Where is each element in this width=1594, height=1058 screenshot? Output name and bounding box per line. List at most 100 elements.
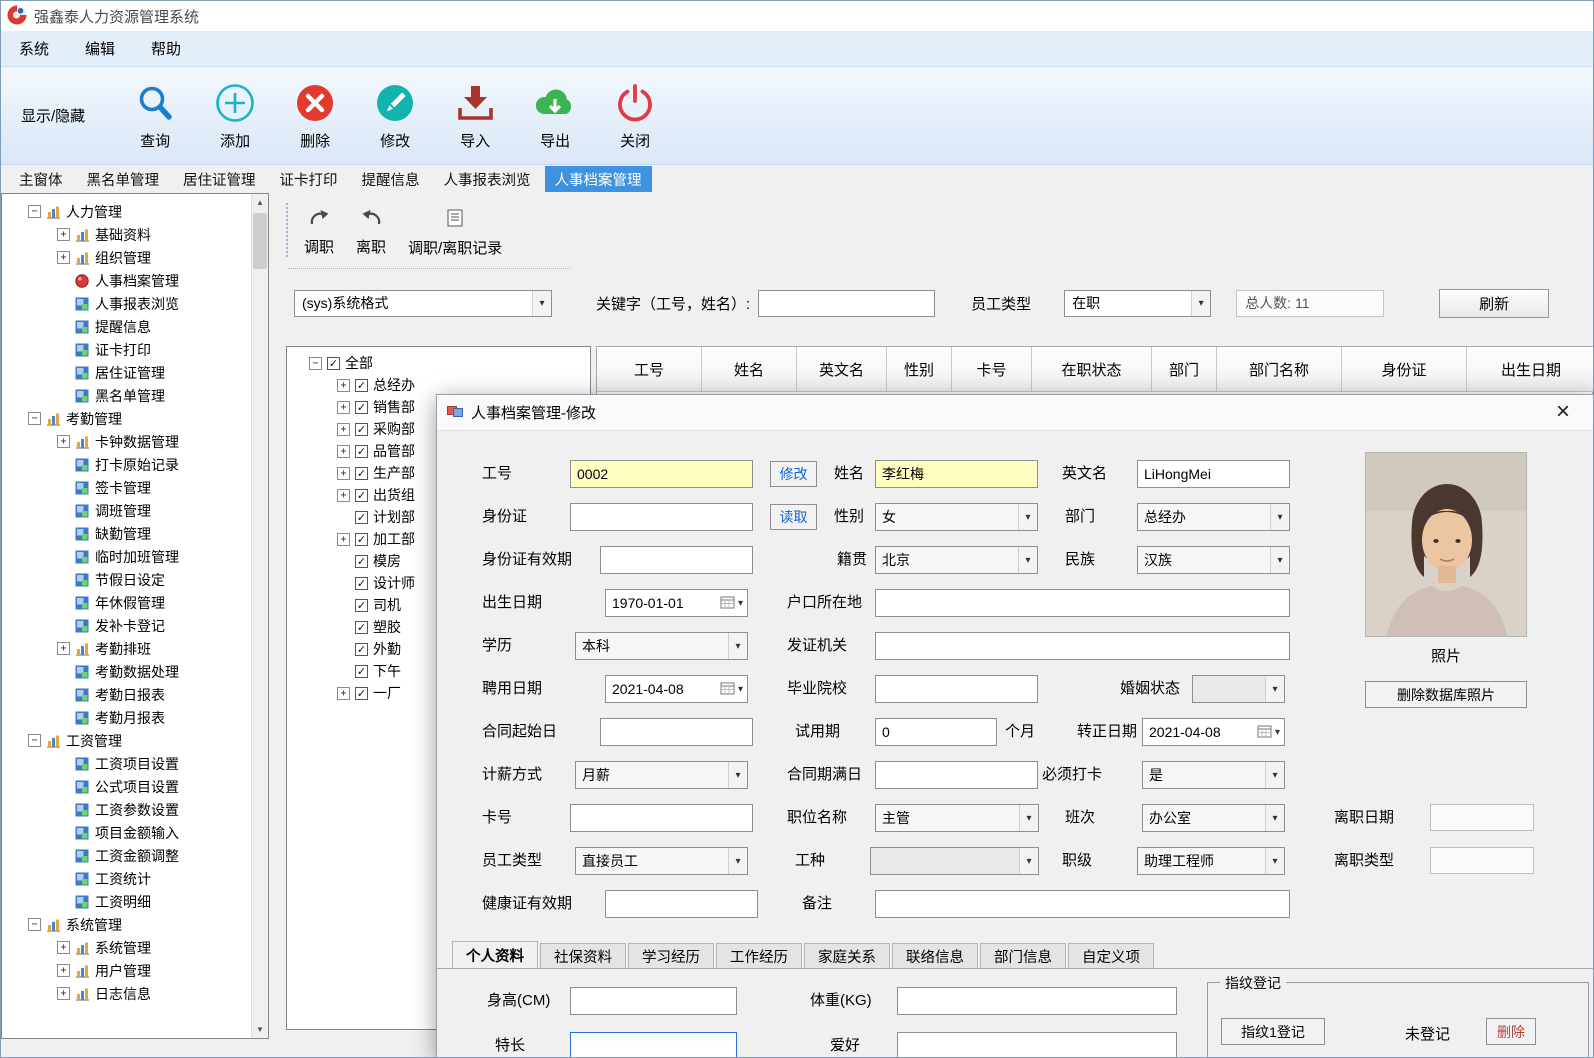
table-column-6[interactable]: 部门 [1152, 347, 1217, 392]
gender-combo[interactable]: 女 ▾ [875, 503, 1038, 531]
specialty-input[interactable] [570, 1032, 737, 1058]
window-tab-6[interactable]: 人事档案管理 [545, 166, 652, 192]
dept-checkbox[interactable]: ✓ [355, 643, 368, 656]
height-input[interactable] [570, 987, 737, 1015]
expand-icon[interactable]: + [57, 435, 70, 448]
nav-tree-item[interactable]: 证卡打印 [2, 338, 250, 361]
expand-icon[interactable]: + [57, 228, 70, 241]
table-column-5[interactable]: 在职状态 [1032, 347, 1152, 392]
detail-tab-7[interactable]: 自定义项 [1068, 943, 1154, 968]
chevron-down-icon[interactable]: ▾ [738, 598, 743, 609]
employee-type-combo[interactable]: 在职 ▾ [1064, 290, 1211, 317]
read-id-button[interactable]: 读取 [770, 504, 817, 530]
search-button[interactable]: 查询 [115, 81, 195, 151]
nav-tree-item[interactable]: 节假日设定 [2, 568, 250, 591]
calendar-icon[interactable] [1257, 724, 1273, 741]
window-tab-5[interactable]: 人事报表浏览 [434, 166, 541, 192]
dept-checkbox[interactable]: ✓ [355, 665, 368, 678]
nav-tree-item[interactable]: +卡钟数据管理 [2, 430, 250, 453]
dept-checkbox[interactable]: ✓ [355, 467, 368, 480]
table-column-8[interactable]: 身份证 [1342, 347, 1467, 392]
nav-tree-item[interactable]: 项目金额输入 [2, 821, 250, 844]
hobby-input[interactable] [897, 1032, 1177, 1058]
work-type-combo[interactable]: ▾ [870, 847, 1039, 875]
calendar-icon[interactable] [720, 595, 736, 612]
table-column-0[interactable]: 工号 [597, 347, 702, 392]
nav-tree-item[interactable]: −系统管理 [2, 913, 250, 936]
nav-scrollbar[interactable]: ▲ ▼ [251, 194, 268, 1038]
dept-checkbox[interactable]: ✓ [355, 599, 368, 612]
nav-tree-item[interactable]: −工资管理 [2, 729, 250, 752]
nav-tree-item[interactable]: 工资参数设置 [2, 798, 250, 821]
expand-icon[interactable]: + [57, 251, 70, 264]
table-column-2[interactable]: 英文名 [797, 347, 887, 392]
fingerprint1-register-button[interactable]: 指纹1登记 [1221, 1018, 1325, 1045]
dept-checkbox[interactable]: ✓ [327, 357, 340, 370]
dept-checkbox[interactable]: ✓ [355, 533, 368, 546]
detail-tab-5[interactable]: 联络信息 [892, 943, 978, 968]
menu-item-1[interactable]: 编辑 [67, 31, 133, 66]
native-place-combo[interactable]: 北京 ▾ [875, 546, 1038, 574]
close-icon[interactable]: × [1548, 397, 1578, 427]
ethnicity-combo[interactable]: 汉族 ▾ [1137, 546, 1290, 574]
issuer-input[interactable] [875, 632, 1290, 660]
school-input[interactable] [875, 675, 1038, 703]
dept-checkbox[interactable]: ✓ [355, 687, 368, 700]
transfer-resign-record-button[interactable]: 调职/离职记录 [402, 207, 508, 260]
export-button[interactable]: 导出 [515, 81, 595, 151]
expand-icon[interactable]: + [337, 445, 350, 458]
detail-tab-2[interactable]: 学习经历 [628, 943, 714, 968]
chevron-down-icon[interactable]: ▾ [1275, 727, 1280, 738]
contract-end-input[interactable] [875, 761, 1038, 789]
shift-combo[interactable]: 办公室 ▾ [1142, 804, 1285, 832]
chevron-down-icon[interactable]: ▾ [738, 684, 743, 695]
dept-checkbox[interactable]: ✓ [355, 445, 368, 458]
dept-checkbox[interactable]: ✓ [355, 621, 368, 634]
table-column-7[interactable]: 部门名称 [1217, 347, 1342, 392]
household-input[interactable] [875, 589, 1290, 617]
nav-tree-item[interactable]: 临时加班管理 [2, 545, 250, 568]
detail-tab-3[interactable]: 工作经历 [716, 943, 802, 968]
window-tab-3[interactable]: 证卡打印 [270, 166, 348, 192]
collapse-icon[interactable]: − [28, 205, 41, 218]
fingerprint-delete-button[interactable]: 删除 [1486, 1018, 1536, 1045]
window-tab-4[interactable]: 提醒信息 [352, 166, 430, 192]
expand-icon[interactable]: + [57, 964, 70, 977]
emp-no-input[interactable] [570, 460, 753, 488]
health-valid-input[interactable] [605, 890, 758, 918]
format-combo[interactable]: (sys)系统格式 ▾ [294, 290, 552, 317]
dept-checkbox[interactable]: ✓ [355, 511, 368, 524]
dept-tree-item[interactable]: −✓全部 [287, 352, 590, 374]
nav-tree-item[interactable]: 工资项目设置 [2, 752, 250, 775]
import-button[interactable]: 导入 [435, 81, 515, 151]
card-no-input[interactable] [570, 804, 753, 832]
collapse-icon[interactable]: − [309, 357, 322, 370]
menu-item-0[interactable]: 系统 [1, 31, 67, 66]
delete-photo-button[interactable]: 删除数据库照片 [1365, 681, 1527, 708]
nav-tree-item[interactable]: +基础资料 [2, 223, 250, 246]
nav-tree-item[interactable]: −人力管理 [2, 200, 250, 223]
dept-checkbox[interactable]: ✓ [355, 379, 368, 392]
nav-tree-item[interactable]: 打卡原始记录 [2, 453, 250, 476]
table-column-1[interactable]: 姓名 [702, 347, 797, 392]
marital-combo[interactable]: ▾ [1192, 675, 1285, 703]
detail-tab-6[interactable]: 部门信息 [980, 943, 1066, 968]
toggle-panel-button[interactable]: 显示/隐藏 [21, 105, 85, 126]
dept-checkbox[interactable]: ✓ [355, 555, 368, 568]
collapse-icon[interactable]: − [28, 918, 41, 931]
nav-tree-item[interactable]: 调班管理 [2, 499, 250, 522]
nav-tree-item[interactable]: 考勤数据处理 [2, 660, 250, 683]
dept-checkbox[interactable]: ✓ [355, 423, 368, 436]
add-button[interactable]: 添加 [195, 81, 275, 151]
nav-tree-item[interactable]: +系统管理 [2, 936, 250, 959]
detail-tab-1[interactable]: 社保资料 [540, 943, 626, 968]
scrollbar-thumb[interactable] [253, 213, 267, 269]
keyword-input[interactable] [758, 290, 935, 317]
window-tab-2[interactable]: 居住证管理 [173, 166, 266, 192]
nav-tree-item[interactable]: −考勤管理 [2, 407, 250, 430]
weight-input[interactable] [897, 987, 1177, 1015]
nav-tree-item[interactable]: 工资统计 [2, 867, 250, 890]
education-combo[interactable]: 本科 ▾ [575, 632, 748, 660]
nav-tree-item[interactable]: +用户管理 [2, 959, 250, 982]
expand-icon[interactable]: + [337, 423, 350, 436]
